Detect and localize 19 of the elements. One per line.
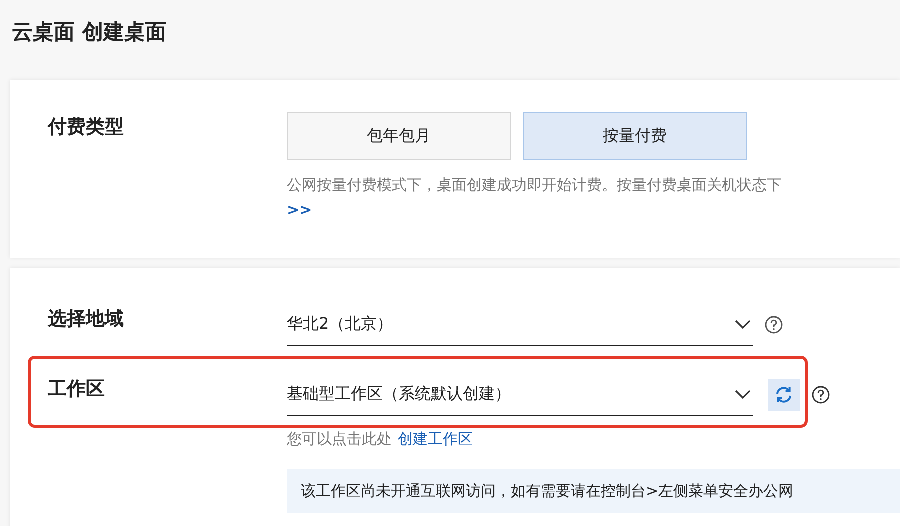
field-label: 选择地域 — [48, 307, 125, 332]
billing-note: 公网按量付费模式下，桌面创建成功即开始计费。按量付费桌面关机状态下 — [287, 176, 783, 195]
chevron-down-icon — [735, 320, 751, 330]
refresh-icon — [774, 385, 794, 405]
field-label: 工作区 — [48, 377, 106, 402]
refresh-button[interactable] — [768, 379, 800, 411]
notice-banner: 该工作区尚未开通互联网访问，如有需要请在控制台>左侧菜单安全办公网 — [287, 469, 900, 513]
chevron-down-icon — [735, 390, 751, 400]
more-link[interactable]: >> — [287, 201, 312, 219]
workspace-select[interactable]: 基础型工作区（系统默认创建） — [287, 374, 753, 416]
hint-text: 您可以点击此处 — [287, 430, 392, 449]
billing-option[interactable]: 按量付费 — [523, 112, 747, 160]
help-icon[interactable] — [812, 386, 830, 404]
billing-option[interactable]: 包年包月 — [287, 112, 511, 160]
create-workspace-link[interactable]: 创建工作区 — [398, 430, 473, 449]
help-icon[interactable] — [765, 316, 783, 334]
page-title: 云桌面 创建桌面 — [11, 19, 168, 46]
region-select[interactable]: 华北2（北京） — [287, 304, 753, 346]
field-label: 付费类型 — [48, 115, 125, 140]
